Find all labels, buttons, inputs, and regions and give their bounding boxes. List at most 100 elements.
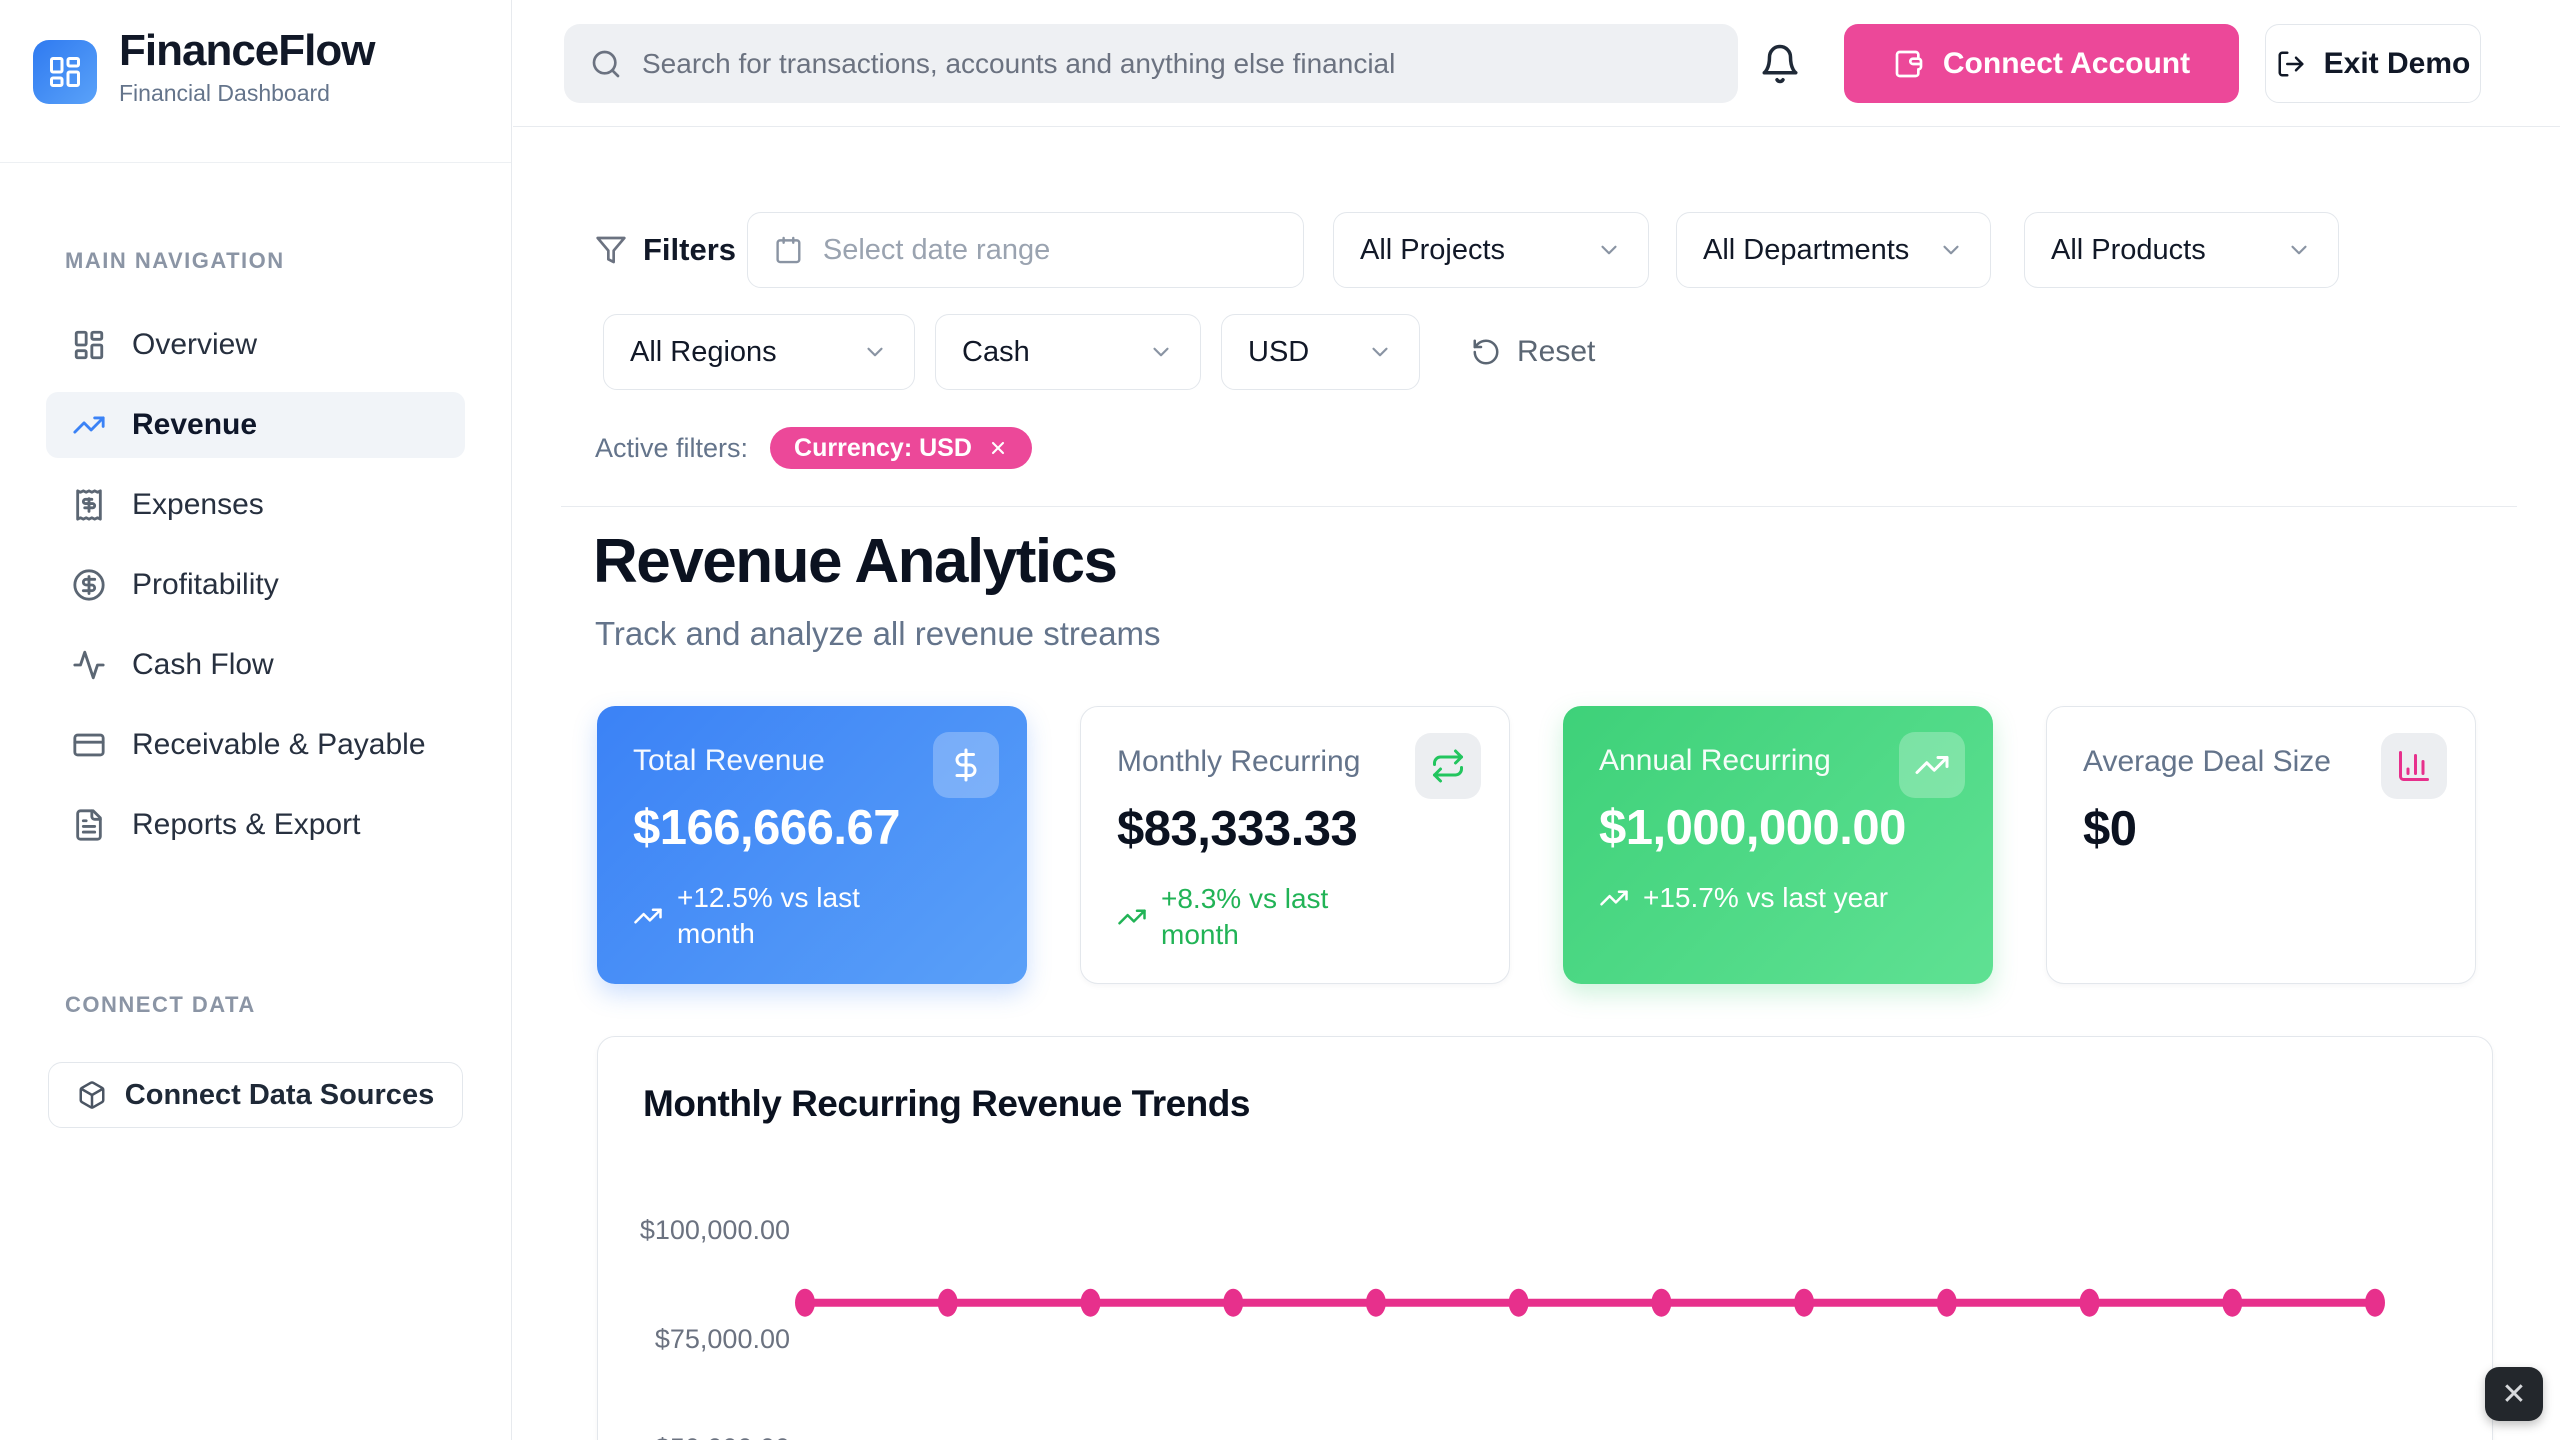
top-bar: Connect Account Exit Demo <box>513 0 2560 127</box>
payment-type-select-value: Cash <box>962 336 1030 369</box>
currency-filter-chip-label: Currency: USD <box>794 434 972 463</box>
chart-data-point[interactable] <box>1509 1289 1529 1317</box>
brand[interactable]: FinanceFlow Financial Dashboard <box>33 26 374 107</box>
global-search[interactable] <box>564 24 1738 103</box>
exit-demo-label: Exit Demo <box>2324 47 2471 81</box>
sidebar-item-expenses[interactable]: Expenses <box>46 472 465 538</box>
brand-tagline: Financial Dashboard <box>119 80 374 107</box>
main-navigation: Overview Revenue Expenses Profitability … <box>46 312 465 872</box>
filters-row-1: Filters All Projects All Departments All… <box>513 212 2560 288</box>
filters-title: Filters <box>595 212 736 288</box>
stat-value: $1,000,000.00 <box>1599 800 1957 856</box>
chart-data-point[interactable] <box>2365 1289 2385 1317</box>
stat-value: $166,666.67 <box>633 800 991 856</box>
y-axis-tick-label: $100,000.00 <box>640 1215 790 1245</box>
file-text-icon <box>72 808 106 842</box>
stat-card-total-revenue[interactable]: Total Revenue $166,666.67 +12.5% vs last… <box>597 706 1027 984</box>
date-range-input[interactable] <box>823 234 1277 267</box>
chart-data-point[interactable] <box>795 1289 815 1317</box>
chart-data-point[interactable] <box>1937 1289 1957 1317</box>
page-title: Revenue Analytics <box>593 526 1117 597</box>
sidebar-item-label: Overview <box>132 328 257 362</box>
stat-cards: Total Revenue $166,666.67 +12.5% vs last… <box>597 706 2476 984</box>
stat-change: +12.5% vs last month <box>633 880 991 953</box>
connect-account-button[interactable]: Connect Account <box>1844 24 2239 103</box>
sidebar-item-label: Profitability <box>132 568 279 602</box>
stat-change: +15.7% vs last year <box>1599 880 1957 916</box>
exit-demo-button[interactable]: Exit Demo <box>2265 24 2481 103</box>
filters-label: Filters <box>643 232 736 268</box>
chevron-down-icon <box>1148 339 1174 365</box>
departments-select[interactable]: All Departments <box>1676 212 1991 288</box>
active-filters-row: Active filters: Currency: USD <box>595 427 1032 469</box>
sidebar-item-label: Revenue <box>132 408 257 442</box>
active-filters-label: Active filters: <box>595 433 748 464</box>
stat-card-annual-recurring[interactable]: Annual Recurring $1,000,000.00 +15.7% vs… <box>1563 706 1993 984</box>
search-input[interactable] <box>642 48 1712 80</box>
sidebar-item-label: Receivable & Payable <box>132 728 426 762</box>
departments-select-value: All Departments <box>1703 234 1909 267</box>
stat-card-average-deal-size[interactable]: Average Deal Size $0 <box>2046 706 2476 984</box>
chevron-down-icon <box>1596 237 1622 263</box>
chart-data-point[interactable] <box>1223 1289 1243 1317</box>
chart-data-point[interactable] <box>1366 1289 1386 1317</box>
regions-select[interactable]: All Regions <box>603 314 915 390</box>
sidebar-item-receivable-payable[interactable]: Receivable & Payable <box>46 712 465 778</box>
products-select-value: All Products <box>2051 234 2206 267</box>
bar-chart-icon <box>2381 733 2447 799</box>
receipt-icon <box>72 488 106 522</box>
close-icon: ✕ <box>2501 1377 2526 1412</box>
bell-icon <box>1759 43 1801 85</box>
sidebar-item-label: Expenses <box>132 488 264 522</box>
section-divider <box>561 506 2517 507</box>
dollar-icon <box>933 732 999 798</box>
chart-data-point[interactable] <box>1651 1289 1671 1317</box>
sidebar-item-reports-export[interactable]: Reports & Export <box>46 792 465 858</box>
search-icon <box>590 48 622 80</box>
reset-filters-button[interactable]: Reset <box>1471 314 1595 390</box>
products-select[interactable]: All Products <box>2024 212 2339 288</box>
payment-type-select[interactable]: Cash <box>935 314 1201 390</box>
trend-up-icon <box>633 901 663 931</box>
sidebar-item-cash-flow[interactable]: Cash Flow <box>46 632 465 698</box>
regions-select-value: All Regions <box>630 336 777 369</box>
date-range-field[interactable] <box>747 212 1304 288</box>
dashboard-icon <box>72 328 106 362</box>
trending-up-icon <box>72 408 106 442</box>
stat-change: +8.3% vs last month <box>1117 881 1473 954</box>
y-axis-tick-label: $50,000.00 <box>655 1433 790 1440</box>
activity-icon <box>72 648 106 682</box>
trend-up-icon <box>1599 883 1629 913</box>
chart-data-point[interactable] <box>1794 1289 1814 1317</box>
stat-value: $83,333.33 <box>1117 801 1473 857</box>
connect-account-label: Connect Account <box>1943 47 2190 81</box>
sidebar-item-overview[interactable]: Overview <box>46 312 465 378</box>
nav-section-title-main: MAIN NAVIGATION <box>65 248 285 274</box>
currency-filter-chip[interactable]: Currency: USD <box>770 427 1032 469</box>
remove-filter-icon[interactable] <box>988 438 1008 458</box>
logout-icon <box>2276 49 2306 79</box>
chevron-down-icon <box>862 339 888 365</box>
chevron-down-icon <box>1367 339 1393 365</box>
page-subtitle: Track and analyze all revenue streams <box>595 615 1161 653</box>
sidebar-item-profitability[interactable]: Profitability <box>46 552 465 618</box>
reset-label: Reset <box>1517 335 1595 369</box>
currency-select[interactable]: USD <box>1221 314 1420 390</box>
sidebar-item-revenue[interactable]: Revenue <box>46 392 465 458</box>
projects-select[interactable]: All Projects <box>1333 212 1649 288</box>
app-logo-icon <box>33 40 97 104</box>
package-icon <box>77 1080 107 1110</box>
chart-data-point[interactable] <box>2222 1289 2242 1317</box>
trend-up-icon <box>1117 902 1147 932</box>
connect-data-sources-button[interactable]: Connect Data Sources <box>48 1062 463 1128</box>
y-axis-tick-label: $75,000.00 <box>655 1324 790 1354</box>
chart-data-point[interactable] <box>2080 1289 2100 1317</box>
stat-card-monthly-recurring[interactable]: Monthly Recurring $83,333.33 +8.3% vs la… <box>1080 706 1510 984</box>
notifications-button[interactable] <box>1759 43 1801 85</box>
main-content: Filters All Projects All Departments All… <box>513 128 2560 1440</box>
overlay-close-button[interactable]: ✕ <box>2485 1367 2543 1421</box>
chart-data-point[interactable] <box>1081 1289 1101 1317</box>
filters-row-2: All Regions Cash USD Reset <box>513 314 2560 390</box>
chart-data-point[interactable] <box>938 1289 958 1317</box>
credit-card-icon <box>72 728 106 762</box>
